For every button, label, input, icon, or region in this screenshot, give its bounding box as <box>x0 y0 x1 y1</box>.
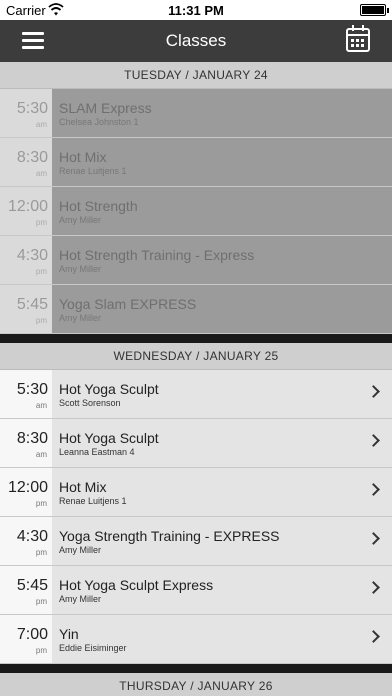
class-time: 5:30 <box>16 381 48 398</box>
class-row: 8:30 am Hot Mix Renae Luitjens 1 <box>0 138 392 187</box>
class-ampm: pm <box>35 218 47 227</box>
class-instructor: Amy Miller <box>59 313 101 323</box>
chevron-right-icon <box>367 581 380 594</box>
class-ampm: pm <box>35 646 47 655</box>
status-time: 11:31 PM <box>168 3 224 18</box>
class-info: Hot Strength Amy Miller <box>52 187 364 235</box>
chevron-right-icon <box>367 532 380 545</box>
class-ampm: pm <box>35 267 47 276</box>
time-column: 4:30 pm <box>0 236 52 284</box>
class-time: 8:30 <box>16 149 48 166</box>
class-ampm: am <box>35 401 47 410</box>
class-row: 12:00 pm Hot Strength Amy Miller <box>0 187 392 236</box>
class-name: Hot Yoga Sculpt Express <box>59 577 214 593</box>
class-info: Yoga Slam EXPRESS Amy Miller <box>52 285 364 333</box>
battery-icon <box>360 4 389 16</box>
class-row: 4:30 pm Hot Strength Training - Express Amy… <box>0 236 392 285</box>
day-header: THURSDAY / JANUARY 26 <box>0 673 392 696</box>
class-time: 4:30 <box>16 247 48 264</box>
class-time: 12:00 <box>7 198 48 215</box>
day-separator <box>0 334 392 343</box>
class-time: 4:30 <box>16 528 48 545</box>
class-instructor: Chelsea Johnston 1 <box>59 117 139 127</box>
class-info: Hot Yoga Sculpt Express Amy Miller <box>52 566 364 614</box>
class-row: 5:45 pm Yoga Slam EXPRESS Amy Miller <box>0 285 392 334</box>
time-column: 5:45 pm <box>0 285 52 333</box>
class-name: Yoga Strength Training - EXPRESS <box>59 528 280 544</box>
class-time: 5:45 <box>16 296 48 313</box>
class-time: 8:30 <box>16 430 48 447</box>
class-instructor: Renae Luitjens 1 <box>59 496 127 506</box>
time-column: 5:45 pm <box>0 566 52 614</box>
time-column: 8:30 am <box>0 138 52 186</box>
class-info: Hot Yoga Sculpt Leanna Eastman 4 <box>52 419 364 467</box>
class-name: Hot Mix <box>59 479 107 495</box>
class-info: Yin Eddie Eisiminger <box>52 615 364 663</box>
class-row[interactable]: 4:30 pm Yoga Strength Training - EXPRESS Am… <box>0 517 392 566</box>
class-instructor: Eddie Eisiminger <box>59 643 127 653</box>
class-time: 5:45 <box>16 577 48 594</box>
class-row[interactable]: 5:30 am Hot Yoga Sculpt Scott Sorenson <box>0 370 392 419</box>
status-bar: Carrier 11:31 PM <box>0 0 392 20</box>
class-row[interactable]: 7:00 pm Yin Eddie Eisiminger <box>0 615 392 664</box>
class-row: 5:30 am SLAM Express Chelsea Johnston 1 <box>0 89 392 138</box>
chevron-right-icon <box>367 385 380 398</box>
class-info: Yoga Strength Training - EXPRESS Amy Mill… <box>52 517 364 565</box>
calendar-icon[interactable] <box>346 25 370 52</box>
time-column: 8:30 am <box>0 419 52 467</box>
time-column: 5:30 am <box>0 370 52 418</box>
class-time: 5:30 <box>16 100 48 117</box>
class-name: Hot Yoga Sculpt <box>59 430 159 446</box>
class-ampm: am <box>35 450 47 459</box>
class-instructor: Renae Luitjens 1 <box>59 166 127 176</box>
class-instructor: Scott Sorenson <box>59 398 121 408</box>
class-name: Hot Strength <box>59 198 138 214</box>
class-info: Hot Strength Training - Express Amy Mille… <box>52 236 364 284</box>
page-title: Classes <box>165 31 227 50</box>
class-info: Hot Mix Renae Luitjens 1 <box>52 468 364 516</box>
class-name: Hot Yoga Sculpt <box>59 381 159 397</box>
chevron-right-icon <box>367 630 380 643</box>
class-name: Yin <box>59 626 79 642</box>
day-separator <box>0 664 392 673</box>
class-name: SLAM Express <box>59 100 152 116</box>
time-column: 4:30 pm <box>0 517 52 565</box>
day-header: TUESDAY / JANUARY 24 <box>0 62 392 89</box>
class-info: Hot Mix Renae Luitjens 1 <box>52 138 364 186</box>
class-row[interactable]: 5:45 pm Hot Yoga Sculpt Express Amy Miller <box>0 566 392 615</box>
class-ampm: am <box>35 169 47 178</box>
day-header: WEDNESDAY / JANUARY 25 <box>0 343 392 370</box>
class-ampm: pm <box>35 597 47 606</box>
class-schedule-list[interactable]: TUESDAY / JANUARY 24 5:30 am SLAM Express Ch… <box>0 62 392 696</box>
class-instructor: Amy Miller <box>59 215 101 225</box>
class-row[interactable]: 8:30 am Hot Yoga Sculpt Leanna Eastman 4 <box>0 419 392 468</box>
time-column: 12:00 pm <box>0 468 52 516</box>
class-row[interactable]: 12:00 pm Hot Mix Renae Luitjens 1 <box>0 468 392 517</box>
class-instructor: Amy Miller <box>59 545 101 555</box>
class-time: 7:00 <box>16 626 48 643</box>
class-ampm: pm <box>35 548 47 557</box>
class-info: SLAM Express Chelsea Johnston 1 <box>52 89 364 137</box>
class-info: Hot Yoga Sculpt Scott Sorenson <box>52 370 364 418</box>
chevron-right-icon <box>367 434 380 447</box>
nav-bar: Classes <box>0 20 392 62</box>
time-column: 5:30 am <box>0 89 52 137</box>
class-name: Hot Mix <box>59 149 107 165</box>
class-name: Hot Strength Training - Express <box>59 247 255 263</box>
class-ampm: pm <box>35 499 47 508</box>
class-ampm: am <box>35 120 47 129</box>
class-name: Yoga Slam EXPRESS <box>59 296 197 312</box>
class-ampm: pm <box>35 316 47 325</box>
class-instructor: Amy Miller <box>59 264 101 274</box>
class-time: 12:00 <box>7 479 48 496</box>
chevron-right-icon <box>367 483 380 496</box>
class-instructor: Leanna Eastman 4 <box>59 447 135 457</box>
class-instructor: Amy Miller <box>59 594 101 604</box>
time-column: 7:00 pm <box>0 615 52 663</box>
time-column: 12:00 pm <box>0 187 52 235</box>
